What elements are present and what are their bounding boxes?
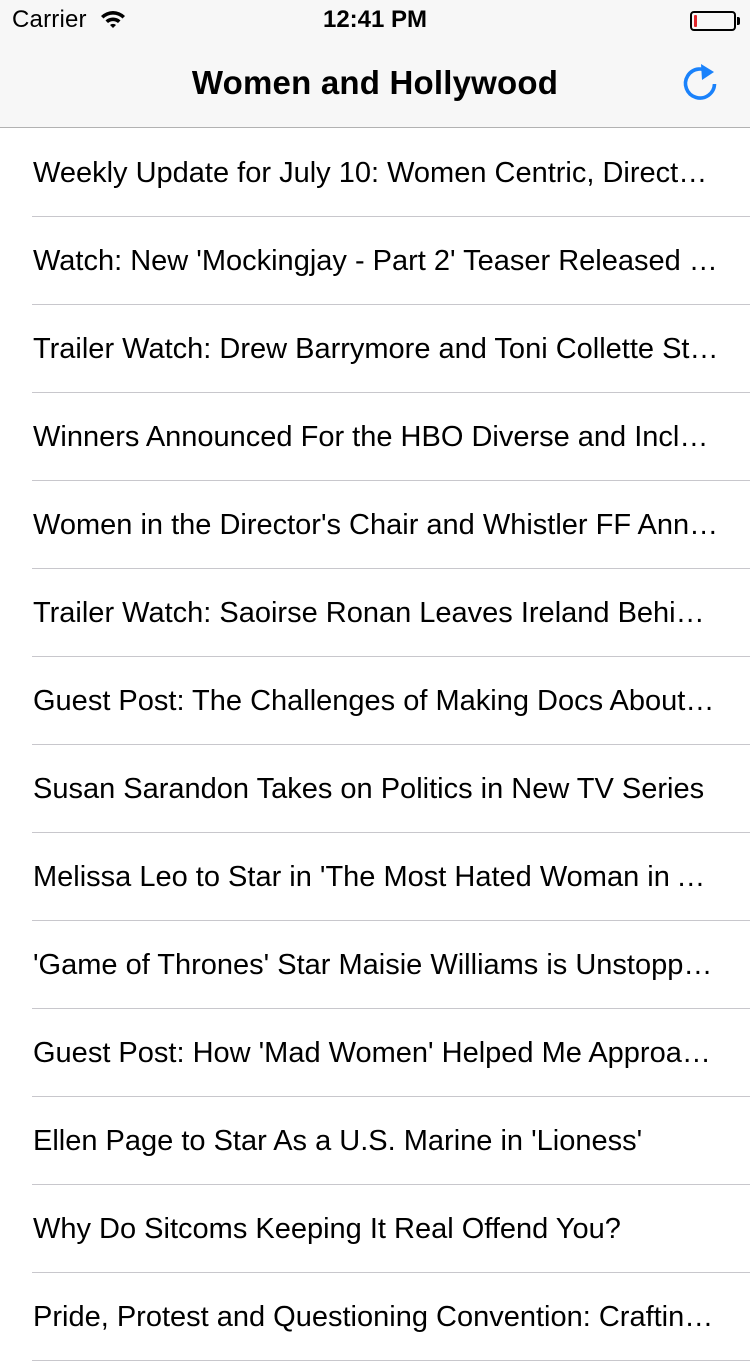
article-title: Guest Post: The Challenges of Making Doc… [33, 685, 719, 717]
refresh-icon[interactable] [678, 60, 722, 108]
article-title: Guest Post: How 'Mad Women' Helped Me Ap… [33, 1037, 719, 1069]
status-time: 12:41 PM [322, 6, 428, 33]
article-title: Susan Sarandon Takes on Politics in New … [33, 773, 705, 805]
article-title: Melissa Leo to Star in 'The Most Hated W… [33, 861, 719, 893]
article-title: Winners Announced For the HBO Diverse an… [33, 421, 719, 453]
battery-icon [690, 11, 736, 31]
article-title: Weekly Update for July 10: Women Centric… [33, 157, 719, 189]
article-row[interactable]: Weekly Update for July 10: Women Centric… [0, 129, 750, 217]
article-title: Trailer Watch: Saoirse Ronan Leaves Irel… [33, 597, 719, 629]
article-title: Ellen Page to Star As a U.S. Marine in '… [33, 1125, 643, 1157]
article-row[interactable]: Ellen Page to Star As a U.S. Marine in '… [0, 1097, 750, 1185]
article-title: 'Game of Thrones' Star Maisie Williams i… [33, 949, 719, 981]
article-title: Watch: New 'Mockingjay - Part 2' Teaser … [33, 245, 719, 277]
article-row[interactable]: 'Game of Thrones' Star Maisie Williams i… [0, 921, 750, 1009]
article-title: Women in the Director's Chair and Whistl… [33, 509, 719, 541]
article-title: Pride, Protest and Questioning Conventio… [33, 1301, 719, 1333]
article-row[interactable]: Trailer Watch: Drew Barrymore and Toni C… [0, 305, 750, 393]
article-list: Weekly Update for July 10: Women Centric… [0, 129, 750, 1361]
battery-level-fill [694, 15, 697, 27]
article-row[interactable]: Why Do Sitcoms Keeping It Real Offend Yo… [0, 1185, 750, 1273]
battery-nub [737, 17, 740, 25]
article-title: Why Do Sitcoms Keeping It Real Offend Yo… [33, 1213, 621, 1245]
article-row[interactable]: Women in the Director's Chair and Whistl… [0, 481, 750, 569]
article-row[interactable]: Pride, Protest and Questioning Conventio… [0, 1273, 750, 1361]
status-bar: Carrier 12:41 PM [0, 0, 750, 40]
navigation-bar: Women and Hollywood [0, 40, 750, 128]
article-row[interactable]: Trailer Watch: Saoirse Ronan Leaves Irel… [0, 569, 750, 657]
page-title: Women and Hollywood [191, 64, 559, 101]
article-title: Trailer Watch: Drew Barrymore and Toni C… [33, 333, 719, 365]
article-row[interactable]: Winners Announced For the HBO Diverse an… [0, 393, 750, 481]
article-row[interactable]: Guest Post: The Challenges of Making Doc… [0, 657, 750, 745]
article-row[interactable]: Susan Sarandon Takes on Politics in New … [0, 745, 750, 833]
article-row[interactable]: Guest Post: How 'Mad Women' Helped Me Ap… [0, 1009, 750, 1097]
article-row[interactable]: Melissa Leo to Star in 'The Most Hated W… [0, 833, 750, 921]
article-row[interactable]: Watch: New 'Mockingjay - Part 2' Teaser … [0, 217, 750, 305]
